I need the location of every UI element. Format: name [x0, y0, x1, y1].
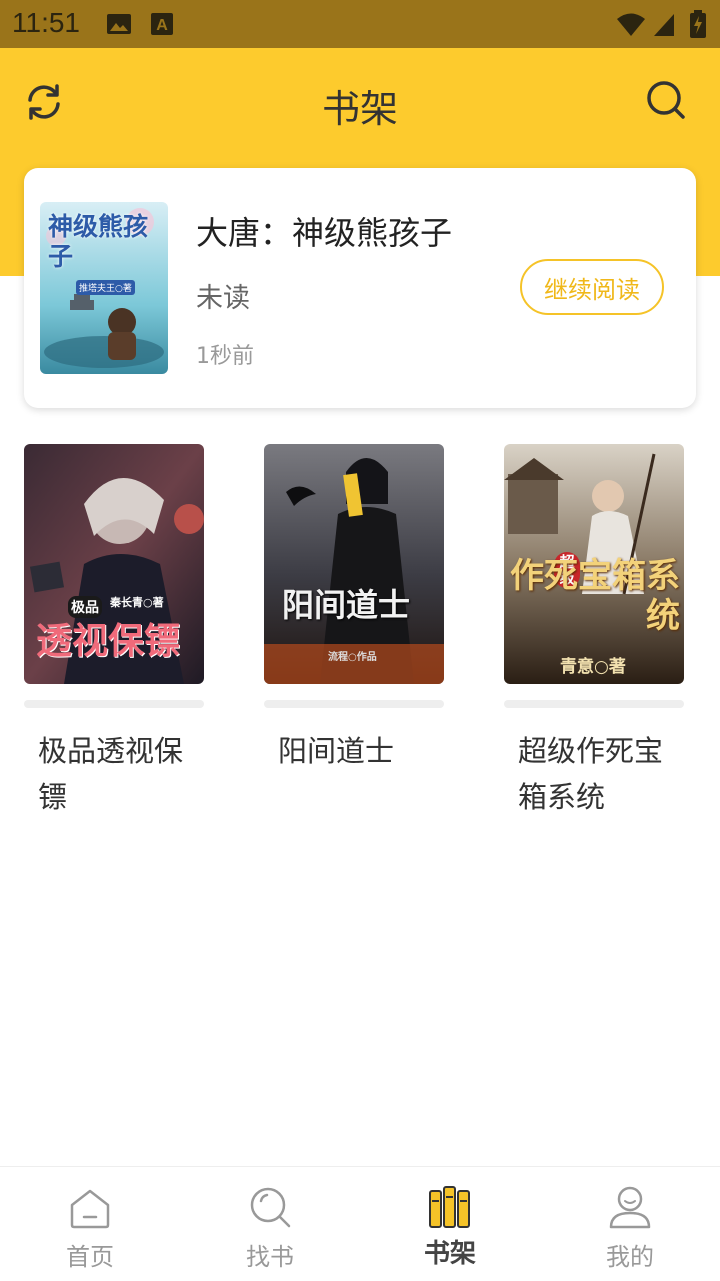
nav-profile[interactable]: 我的	[540, 1167, 720, 1281]
reading-progress-bar	[24, 700, 204, 708]
recent-book-title: 大唐：神级熊孩子	[196, 214, 453, 252]
book-cover-title: 透视保镖	[36, 620, 181, 662]
book-cover-author: 青意○著	[560, 657, 626, 677]
book-title: 超级作死宝箱系统	[518, 734, 664, 814]
bookshelf-icon	[429, 1186, 470, 1228]
svg-text:A: A	[156, 17, 168, 34]
search-icon	[250, 1187, 291, 1228]
book-title: 阳间道士	[278, 734, 395, 768]
book-cover-author: 秦长青○著	[110, 596, 164, 609]
nav-find-books[interactable]: 找书	[180, 1167, 360, 1281]
recent-book-card[interactable]: 神级熊孩子 推塔夫王○著 大唐：神级熊孩子 未读 1秒前 继续阅读	[24, 168, 696, 408]
profile-icon	[609, 1186, 651, 1229]
book-item[interactable]: 阳间道士 流程○作品 阳间道士	[264, 444, 444, 774]
home-icon	[70, 1189, 110, 1229]
book-cover[interactable]: 超级 作死宝箱系统 青意○著	[504, 444, 684, 684]
font-icon: A	[151, 13, 173, 35]
page-title: 书架	[321, 87, 398, 131]
book-item[interactable]: 极品 秦长青○著 透视保镖 极品透视保镖	[24, 444, 204, 820]
book-cover-title: 阳间道士	[282, 586, 411, 624]
book-item[interactable]: 超级 作死宝箱系统 青意○著 超级作死宝箱系统	[504, 444, 684, 820]
nav-bookshelf-label: 书架	[423, 1239, 476, 1269]
book-title: 极品透视保镖	[38, 734, 184, 814]
reading-progress-bar	[264, 700, 444, 708]
reading-progress-bar	[504, 700, 684, 708]
gallery-icon	[107, 14, 131, 34]
last-read-time: 1秒前	[196, 344, 254, 369]
search-icon[interactable]	[644, 78, 688, 122]
book-cover-author: 流程○作品	[328, 652, 377, 663]
book-cover[interactable]: 极品 秦长青○著 透视保镖	[24, 444, 204, 684]
nav-profile-label: 我的	[606, 1243, 654, 1271]
recent-cover-title: 神级熊孩子	[48, 212, 149, 271]
read-status: 未读	[196, 283, 250, 314]
recent-cover-author: 推塔夫王○著	[76, 280, 135, 295]
book-cover-title: 作死宝箱系统	[510, 556, 680, 636]
continue-reading-button[interactable]: 继续阅读	[520, 259, 664, 315]
status-time: 11:51	[12, 7, 80, 38]
battery-icon	[690, 10, 706, 38]
nav-find-books-label: 找书	[246, 1243, 294, 1271]
signal-icon	[654, 14, 674, 36]
nav-bookshelf[interactable]: 书架	[360, 1167, 540, 1281]
status-bar: 11:51 A	[0, 0, 720, 48]
bottom-nav: 首页 找书 书架 我的	[0, 1166, 720, 1280]
wifi-icon	[617, 13, 645, 36]
recent-book-cover[interactable]: 神级熊孩子 推塔夫王○著	[40, 202, 168, 374]
nav-home[interactable]: 首页	[0, 1167, 180, 1281]
nav-home-label: 首页	[66, 1243, 114, 1271]
book-cover[interactable]: 阳间道士 流程○作品	[264, 444, 444, 684]
